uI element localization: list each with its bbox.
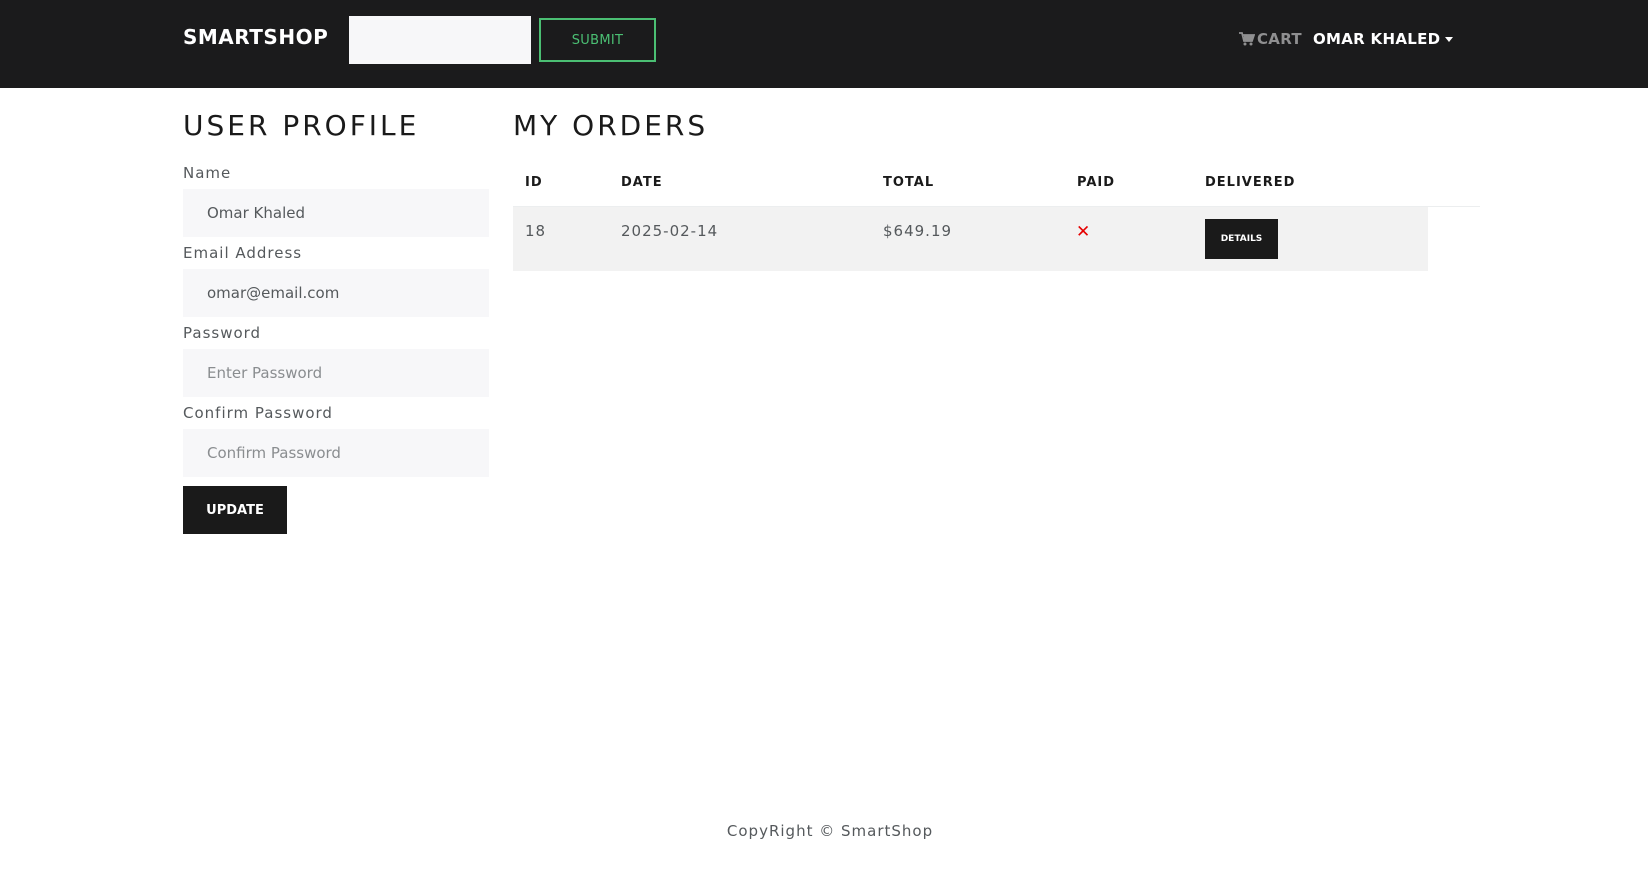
details-button[interactable]: DETAILS bbox=[1205, 219, 1278, 259]
x-icon: ✕ bbox=[1076, 222, 1091, 242]
email-label: Email Address bbox=[183, 244, 303, 262]
order-id: 18 bbox=[525, 222, 547, 240]
column-header-id: ID bbox=[525, 175, 543, 190]
name-label: Name bbox=[183, 164, 232, 182]
user-dropdown[interactable]: OMAR KHALED bbox=[1313, 30, 1454, 48]
cart-link[interactable]: CART bbox=[1239, 30, 1302, 48]
navbar: SMARTSHOP SUBMIT CART OMAR KHALED bbox=[0, 0, 1648, 88]
update-button[interactable]: UPDATE bbox=[183, 486, 287, 534]
cart-label: CART bbox=[1257, 30, 1302, 48]
email-field[interactable] bbox=[183, 269, 489, 317]
order-date: 2025-02-14 bbox=[621, 222, 719, 240]
confirm-password-label: Confirm Password bbox=[183, 404, 333, 422]
search-submit-button[interactable]: SUBMIT bbox=[539, 18, 656, 62]
column-header-date: DATE bbox=[621, 175, 663, 190]
my-orders-title: MY ORDERS bbox=[513, 109, 709, 142]
user-profile-title: USER PROFILE bbox=[183, 109, 420, 142]
table-row: 18 2025-02-14 $649.19 ✕ DETAILS bbox=[513, 207, 1428, 271]
footer-copyright: CopyRight © SmartShop bbox=[726, 822, 934, 840]
confirm-password-field[interactable] bbox=[183, 429, 489, 477]
order-total: $649.19 bbox=[883, 222, 953, 240]
column-header-delivered: DELIVERED bbox=[1205, 175, 1296, 190]
user-name: OMAR KHALED bbox=[1313, 30, 1441, 48]
name-field[interactable] bbox=[183, 189, 489, 237]
password-field[interactable] bbox=[183, 349, 489, 397]
brand-logo[interactable]: SMARTSHOP bbox=[183, 25, 328, 49]
cart-icon bbox=[1239, 32, 1255, 46]
column-header-paid: PAID bbox=[1077, 175, 1116, 190]
search-input[interactable] bbox=[349, 16, 531, 64]
column-header-total: TOTAL bbox=[883, 175, 935, 190]
caret-down-icon bbox=[1445, 36, 1454, 42]
password-label: Password bbox=[183, 324, 262, 342]
